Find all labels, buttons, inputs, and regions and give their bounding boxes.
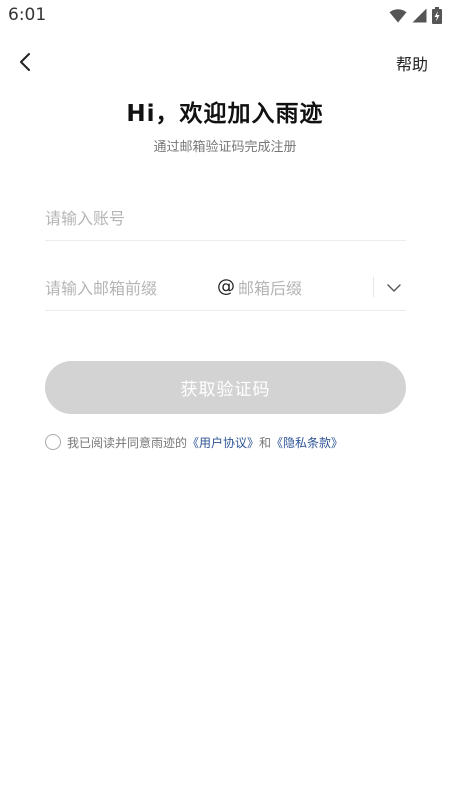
battery-charging-icon bbox=[432, 6, 442, 24]
account-field bbox=[45, 197, 406, 241]
get-code-button[interactable]: 获取验证码 bbox=[45, 361, 406, 414]
agreement-conjunction: 和 bbox=[259, 435, 272, 450]
signal-icon bbox=[412, 8, 427, 22]
user-agreement-link[interactable]: 《用户协议》 bbox=[187, 436, 259, 450]
agreement-text: 我已阅读并同意雨迹的《用户协议》和《隐私条款》 bbox=[67, 434, 343, 451]
status-icons bbox=[389, 6, 442, 24]
chevron-down-icon bbox=[387, 284, 401, 292]
agree-checkbox[interactable] bbox=[45, 434, 61, 450]
nav-bar: 帮助 bbox=[0, 44, 450, 80]
status-time: 6:01 bbox=[8, 5, 47, 25]
wifi-icon bbox=[389, 8, 407, 22]
suffix-divider bbox=[373, 277, 374, 297]
email-suffix-input[interactable] bbox=[238, 267, 368, 310]
at-sign: @ bbox=[217, 276, 235, 297]
status-bar: 6:01 bbox=[0, 0, 450, 30]
back-button[interactable] bbox=[12, 48, 38, 76]
agreement-row: 我已阅读并同意雨迹的《用户协议》和《隐私条款》 bbox=[45, 433, 343, 451]
email-prefix-input[interactable] bbox=[45, 267, 210, 310]
help-link[interactable]: 帮助 bbox=[396, 51, 428, 75]
email-suffix-dropdown[interactable] bbox=[383, 277, 405, 299]
email-field: @ bbox=[45, 267, 406, 311]
page-subtitle: 通过邮箱验证码完成注册 bbox=[153, 140, 297, 155]
privacy-policy-link[interactable]: 《隐私条款》 bbox=[271, 436, 343, 450]
account-input[interactable] bbox=[45, 197, 406, 240]
chevron-left-icon bbox=[20, 53, 30, 71]
page-title: Hi，欢迎加入雨迹 bbox=[126, 101, 324, 127]
agreement-prefix: 我已阅读并同意雨迹的 bbox=[67, 435, 188, 450]
